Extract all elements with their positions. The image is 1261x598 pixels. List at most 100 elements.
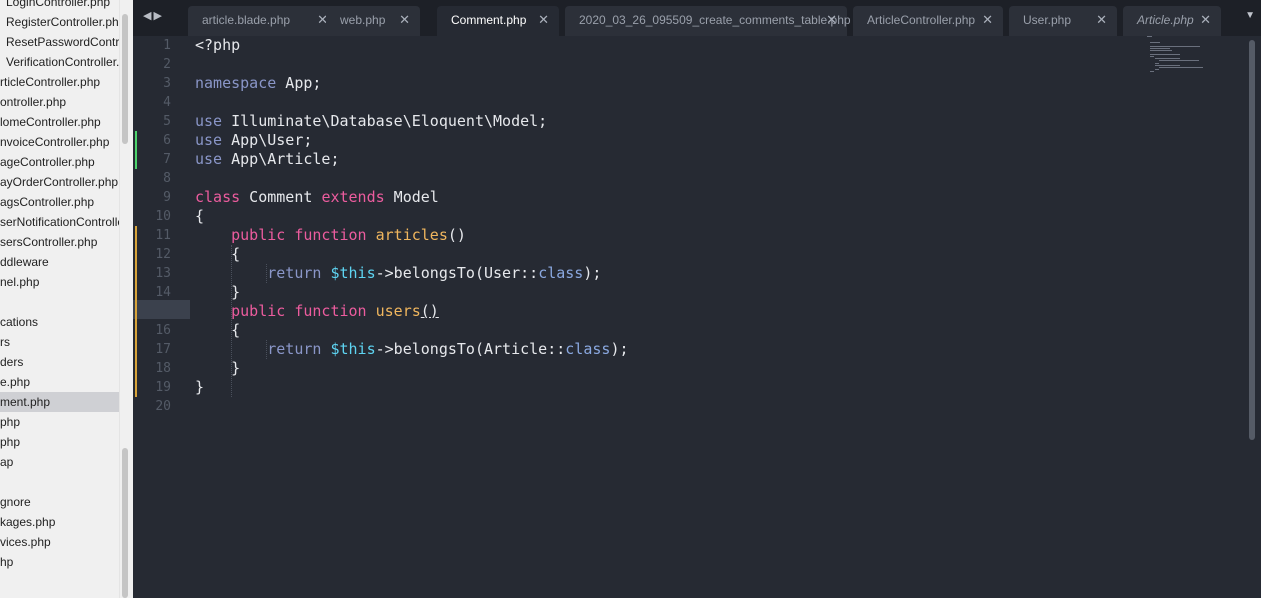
tab-articlecontroller-php[interactable]: ArticleController.php ✕ xyxy=(853,6,1003,36)
file-tree-item[interactable]: agsController.php xyxy=(0,192,119,212)
tab-label: 2020_03_26_095509_create_comments_table.… xyxy=(579,13,851,27)
file-tree-item[interactable]: cations xyxy=(0,312,119,332)
code-token: namespace xyxy=(195,74,277,92)
line-number: 11 xyxy=(155,228,171,243)
line-number: 5 xyxy=(163,114,171,129)
code-token: Comment xyxy=(240,188,322,206)
tab-article-php[interactable]: Article.php ✕ xyxy=(1123,6,1221,36)
code-token: Model xyxy=(384,188,439,206)
code-token: function xyxy=(294,226,367,244)
file-tree-item[interactable]: sersController.php xyxy=(0,232,119,252)
code-token: App\Article; xyxy=(222,150,340,168)
tab-nav-arrows-icon[interactable]: ◀▶ xyxy=(143,9,164,22)
file-tree-item[interactable]: ders xyxy=(0,352,119,372)
line-number: 17 xyxy=(155,342,171,357)
code-token: $this xyxy=(330,264,376,282)
file-tree-item[interactable] xyxy=(0,472,119,492)
code-line[interactable]: } xyxy=(195,283,240,302)
code-token: use xyxy=(195,150,223,168)
code-line[interactable]: public function articles() xyxy=(195,226,466,245)
file-tree-item[interactable]: ap xyxy=(0,452,119,472)
sidebar-scrollbar-thumb[interactable] xyxy=(122,14,128,144)
file-tree-item[interactable]: e.php xyxy=(0,372,119,392)
close-icon[interactable]: ✕ xyxy=(1200,6,1211,34)
file-tree-item[interactable]: ment.php xyxy=(0,392,119,412)
file-tree-item[interactable]: LoginController.php xyxy=(0,0,119,12)
code-line[interactable]: } xyxy=(195,378,204,397)
code-token: { xyxy=(195,245,241,263)
file-tree-item[interactable]: ResetPasswordController.php xyxy=(0,32,119,52)
file-tree-item[interactable]: VerificationController.php xyxy=(0,52,119,72)
file-tree-item[interactable]: nvoiceController.php xyxy=(0,132,119,152)
minimap-line xyxy=(1150,48,1170,49)
code-line[interactable]: { xyxy=(195,321,240,340)
tab-user-php[interactable]: User.php ✕ xyxy=(1009,6,1117,36)
file-tree-item[interactable]: RegisterController.php xyxy=(0,12,119,32)
code-token: } xyxy=(195,283,241,301)
code-token: { xyxy=(195,207,205,225)
code-line[interactable]: class Comment extends Model xyxy=(195,188,439,207)
code-line[interactable]: <?php xyxy=(195,36,240,55)
code-line[interactable]: use App\Article; xyxy=(195,150,340,169)
tab-web-php[interactable]: web.php ✕ xyxy=(326,6,420,36)
file-tree-item[interactable]: lomeController.php xyxy=(0,112,119,132)
close-icon[interactable]: ✕ xyxy=(826,6,837,34)
indent-guide xyxy=(266,340,267,359)
code-token: <?php xyxy=(195,36,241,54)
code-line[interactable]: { xyxy=(195,207,204,226)
close-icon[interactable]: ✕ xyxy=(538,6,549,34)
minimap-line xyxy=(1155,69,1159,70)
tab-2020-03-26-095509-create-comments-table-php[interactable]: 2020_03_26_095509_create_comments_table.… xyxy=(565,6,851,36)
code-line[interactable]: { xyxy=(195,245,240,264)
minimap-line xyxy=(1155,58,1180,59)
sidebar-scrollbar-thumb-lower[interactable] xyxy=(122,448,128,598)
tab-overflow-icon[interactable]: ▼ xyxy=(1245,10,1255,21)
file-tree-item[interactable]: vices.php xyxy=(0,532,119,552)
file-tree-item[interactable]: rs xyxy=(0,332,119,352)
close-icon[interactable]: ✕ xyxy=(399,6,410,34)
minimap-line xyxy=(1159,67,1203,68)
minimap-line xyxy=(1155,63,1159,64)
line-number: 9 xyxy=(163,190,171,205)
code-line[interactable]: return $this->belongsTo(Article::class); xyxy=(195,340,628,359)
code-token: ); xyxy=(583,264,602,282)
tab-article-blade-php[interactable]: article.blade.php ✕ xyxy=(188,6,338,36)
minimap-line xyxy=(1150,50,1172,51)
file-tree-item[interactable]: gnore xyxy=(0,492,119,512)
code-line[interactable]: namespace App; xyxy=(195,74,321,93)
file-tree-item[interactable]: rticleController.php xyxy=(0,72,119,92)
code-line[interactable]: return $this->belongsTo(User::class); xyxy=(195,264,601,283)
code-token: public xyxy=(231,302,286,320)
line-number: 16 xyxy=(155,323,171,338)
file-tree-item[interactable]: hp xyxy=(0,552,119,572)
minimap[interactable] xyxy=(1145,36,1225,76)
file-tree-item[interactable]: ontroller.php xyxy=(0,92,119,112)
file-tree-item[interactable]: ayOrderController.php xyxy=(0,172,119,192)
tab-comment-php[interactable]: Comment.php ✕ xyxy=(437,6,559,36)
code-line[interactable]: } xyxy=(195,359,240,378)
minimap-line xyxy=(1150,42,1160,43)
code-line[interactable]: use Illuminate\Database\Eloquent\Model; xyxy=(195,112,547,131)
code-editor[interactable]: 1 2 3 4 5 6 7 8 9 10 11 12 13 14 16 17 18 19 20 <?php names… xyxy=(133,36,1261,598)
file-tree-item[interactable]: php xyxy=(0,412,119,432)
close-icon[interactable]: ✕ xyxy=(982,6,993,34)
line-number: 20 xyxy=(155,399,171,414)
editor-scrollbar-thumb[interactable] xyxy=(1249,40,1255,440)
file-tree-item[interactable]: nel.php xyxy=(0,272,119,292)
minimap-line xyxy=(1150,54,1180,55)
code-area[interactable]: <?php namespace App; use Illuminate\Databa… xyxy=(195,36,1135,598)
code-line[interactable]: use App\User; xyxy=(195,131,312,150)
file-tree-item[interactable]: serNotificationController.php xyxy=(0,212,119,232)
line-number: 7 xyxy=(163,152,171,167)
close-icon[interactable]: ✕ xyxy=(1096,6,1107,34)
file-tree-item[interactable]: kages.php xyxy=(0,512,119,532)
file-tree-item[interactable]: php xyxy=(0,432,119,452)
file-tree-item[interactable] xyxy=(0,292,119,312)
line-number xyxy=(133,302,171,321)
file-tree-item[interactable]: ddleware xyxy=(0,252,119,272)
code-token: function xyxy=(294,302,367,320)
code-token: { xyxy=(195,321,241,339)
file-tree-item[interactable]: ageController.php xyxy=(0,152,119,172)
